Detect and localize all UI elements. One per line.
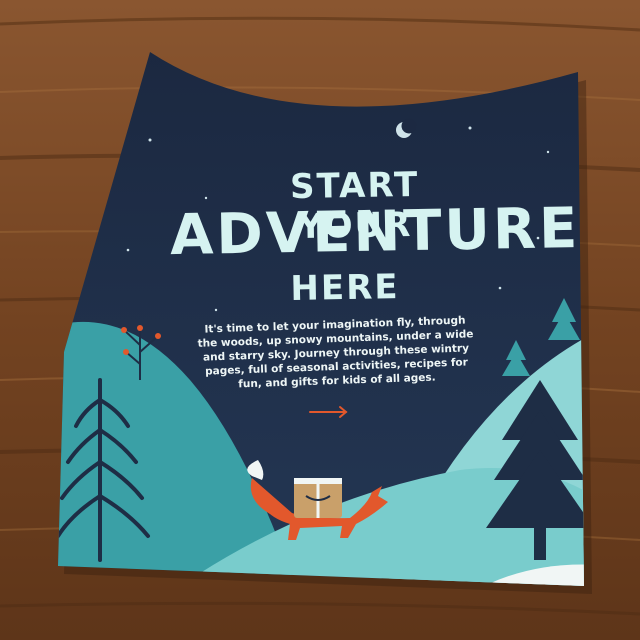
headline-line-3: HERE <box>290 267 400 309</box>
photo-scene: START YOUR ADVENTURE HERE It's time to l… <box>0 0 640 640</box>
headline-line-2: ADVENTURE <box>169 195 581 269</box>
intro-paragraph: It's time to let your imagination fly, t… <box>197 314 474 391</box>
